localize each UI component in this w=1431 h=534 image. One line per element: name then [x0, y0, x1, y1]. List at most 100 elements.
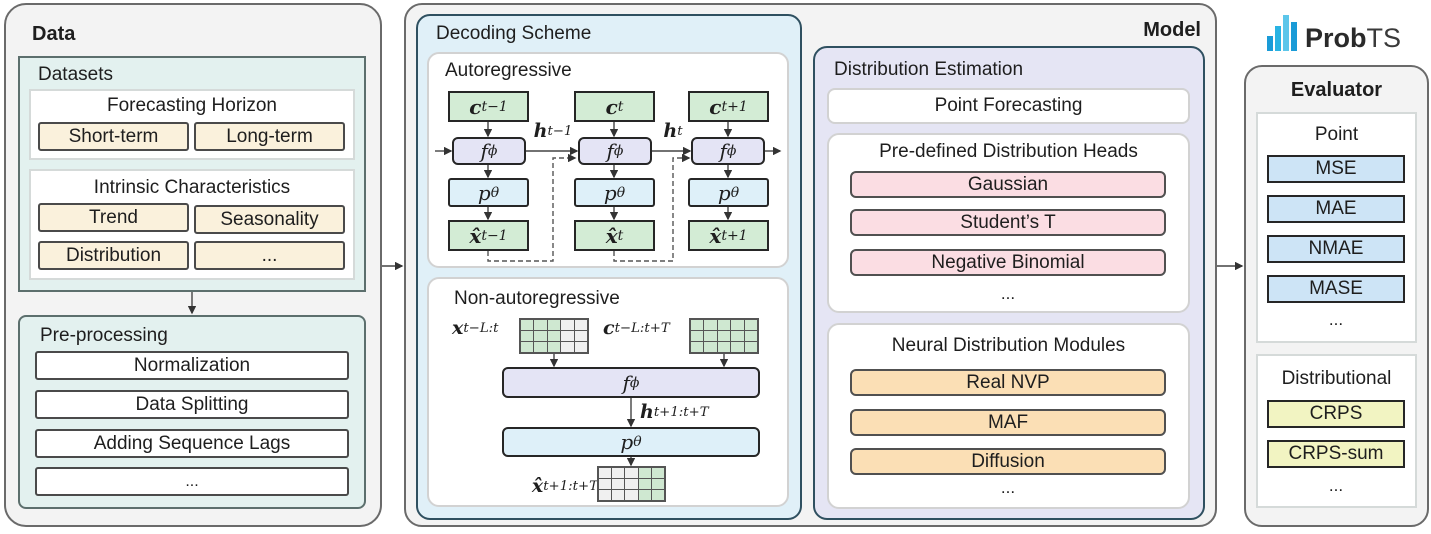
grid-cell [599, 468, 612, 478]
data-panel-title: Data [32, 23, 76, 45]
grid-cell [574, 331, 587, 341]
grid-cell [561, 331, 574, 341]
grid-cell [717, 331, 731, 341]
grid-cell [744, 342, 757, 352]
distribution-item: Distribution [38, 241, 189, 270]
seasonality-item: Seasonality [194, 205, 345, 234]
p-theta-node-t-minus-1: pθ [448, 178, 529, 207]
f-phi-node-t-plus-1: fϕ [691, 137, 765, 165]
grid-cell [534, 320, 547, 330]
c-node-t-plus-1: c t+1 [688, 91, 769, 122]
decoding-scheme-title: Decoding Scheme [436, 23, 592, 44]
forecasting-horizon-title: Forecasting Horizon [106, 95, 278, 116]
grid-cell [521, 320, 534, 330]
point-forecasting-label: Point Forecasting [934, 95, 1083, 116]
adding-sequence-lags-item: Adding Sequence Lags [35, 429, 349, 458]
grid-cell [625, 468, 638, 478]
neural-modules-more: ... [1000, 478, 1016, 497]
grid-cell [638, 490, 651, 500]
non-autoregressive-title: Non-autoregressive [454, 288, 620, 309]
normalization-item: Normalization [35, 351, 349, 380]
point-metrics-box: Point [1256, 112, 1417, 343]
predefined-heads-title: Pre-defined Distribution Heads [879, 141, 1138, 162]
hidden-label-t: ht [663, 120, 683, 142]
distribution-estimation-title: Distribution Estimation [834, 59, 1024, 80]
negative-binomial-item: Negative Binomial [850, 249, 1166, 276]
grid-cell [612, 468, 625, 478]
distributional-metrics-title: Distributional [1281, 368, 1392, 389]
c-input-label: c t−L:t+T [603, 317, 670, 339]
c-input-grid [689, 318, 759, 354]
real-nvp-item: Real NVP [850, 369, 1166, 396]
nmae-item: NMAE [1267, 235, 1405, 263]
more-characteristics-item: ... [194, 241, 345, 270]
grid-cell [731, 342, 744, 352]
grid-cell [612, 490, 625, 500]
diffusion-item: Diffusion [850, 448, 1166, 475]
p-theta-node-t: pθ [574, 178, 655, 207]
grid-cell [521, 342, 534, 352]
crps-item: CRPS [1267, 400, 1405, 428]
gaussian-item: Gaussian [850, 171, 1166, 198]
grid-cell [625, 490, 638, 500]
grid-cell [638, 468, 651, 478]
grid-cell [638, 479, 651, 489]
grid-cell [612, 479, 625, 489]
distributional-metrics-more: ... [1328, 476, 1344, 495]
grid-cell [717, 320, 731, 330]
grid-cell [744, 331, 757, 341]
grid-cell [651, 468, 664, 478]
grid-cell [574, 320, 587, 330]
f-phi-node-t: fϕ [578, 137, 652, 165]
grid-cell [547, 342, 561, 352]
mse-item: MSE [1267, 155, 1405, 183]
c-node-t: ct [574, 91, 655, 122]
logo-text-light: TS [1366, 23, 1402, 53]
grid-cell [651, 490, 664, 500]
p-theta-node-t-plus-1: pθ [688, 178, 769, 207]
x-output-label: x̂ t+1:t+T [531, 475, 598, 497]
logo-bar [1267, 36, 1273, 51]
crps-sum-item: CRPS-sum [1267, 440, 1405, 468]
grid-cell [574, 342, 587, 352]
more-preprocessing-item: ... [35, 467, 349, 496]
grid-cell [731, 320, 744, 330]
neural-modules-title: Neural Distribution Modules [891, 335, 1126, 356]
grid-cell [717, 342, 731, 352]
grid-cell [704, 342, 717, 352]
data-splitting-item: Data Splitting [35, 390, 349, 419]
x-output-grid [597, 466, 666, 502]
grid-cell [691, 342, 704, 352]
grid-cell [561, 320, 574, 330]
x-input-label: x t−L:t [452, 317, 499, 339]
p-theta-node-nar: pθ [502, 427, 760, 457]
mae-item: MAE [1267, 195, 1405, 223]
autoregressive-title: Autoregressive [445, 60, 572, 81]
maf-item: MAF [850, 409, 1166, 436]
grid-cell [704, 331, 717, 341]
f-phi-node-nar: fϕ [502, 367, 760, 398]
datasets-title: Datasets [38, 64, 113, 85]
grid-cell [691, 331, 704, 341]
mase-item: MASE [1267, 275, 1405, 303]
model-panel-title: Model [1143, 19, 1201, 41]
x-hat-node-t-plus-1: x̂ t+1 [688, 220, 769, 251]
preprocessing-title: Pre-processing [40, 325, 168, 346]
grid-cell [744, 320, 757, 330]
x-hat-node-t-minus-1: x̂ t−1 [448, 220, 529, 251]
long-term-item: Long-term [194, 122, 345, 151]
intrinsic-characteristics-title: Intrinsic Characteristics [93, 177, 291, 198]
point-metrics-title: Point [1314, 124, 1359, 145]
grid-cell [547, 331, 561, 341]
grid-cell [731, 331, 744, 341]
grid-cell [704, 320, 717, 330]
logo-text-bold: Prob [1305, 23, 1367, 53]
grid-cell [691, 320, 704, 330]
logo-bar [1275, 26, 1281, 51]
logo-bar [1283, 15, 1289, 51]
grid-cell [561, 342, 574, 352]
grid-cell [651, 479, 664, 489]
grid-cell [534, 342, 547, 352]
short-term-item: Short-term [38, 122, 189, 151]
point-forecasting-box: Point Forecasting [827, 88, 1190, 124]
